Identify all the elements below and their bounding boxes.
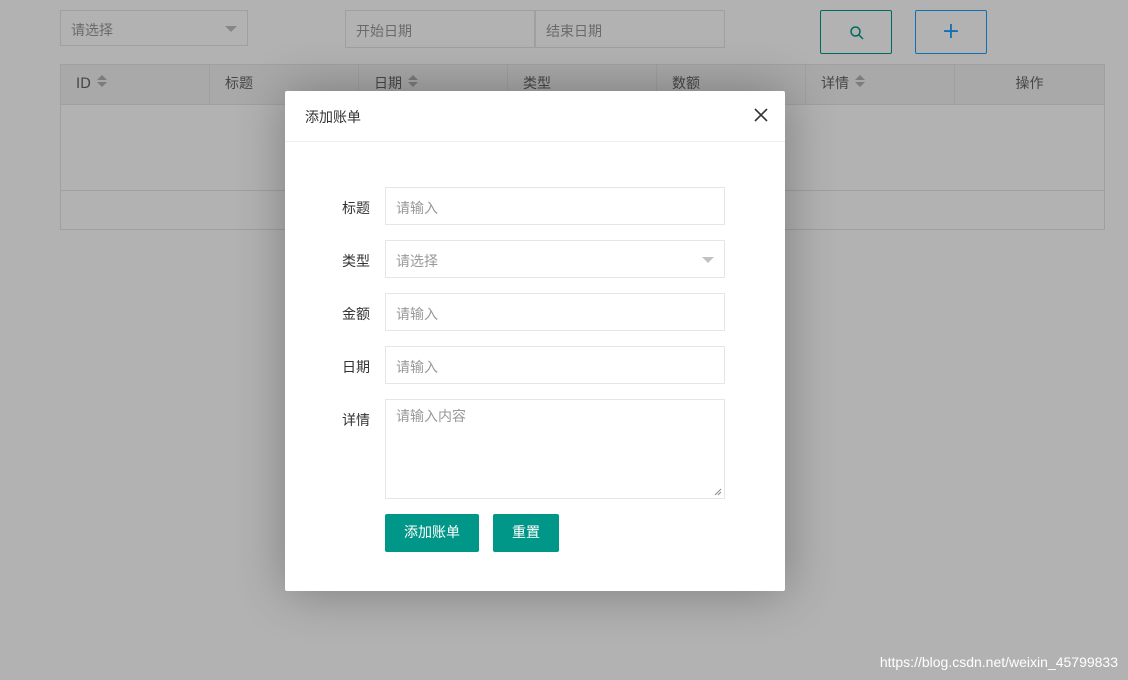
modal-header: 添加账单 <box>285 91 785 142</box>
title-placeholder: 请输入 <box>396 201 438 217</box>
detail-label: 详情 <box>342 413 370 429</box>
type-select[interactable]: 请选择 <box>385 240 725 278</box>
date-input[interactable]: 请输入 <box>385 346 725 384</box>
chevron-down-icon <box>702 257 714 263</box>
resize-grip-icon[interactable] <box>714 488 722 496</box>
detail-placeholder: 请输入内容 <box>396 409 466 425</box>
amount-label: 金额 <box>342 307 370 323</box>
title-input[interactable]: 请输入 <box>385 187 725 225</box>
add-bill-modal: 添加账单 标题 请输入 类型 请选择 金额 请输入 日期 请输入 详情 请输入内… <box>285 91 785 591</box>
reset-button[interactable]: 重置 <box>493 514 559 552</box>
type-label: 类型 <box>342 254 370 270</box>
detail-textarea[interactable]: 请输入内容 <box>385 399 725 499</box>
date-placeholder: 请输入 <box>396 360 438 376</box>
modal-title: 添加账单 <box>305 110 361 126</box>
type-placeholder: 请选择 <box>396 254 438 270</box>
amount-input[interactable]: 请输入 <box>385 293 725 331</box>
title-label: 标题 <box>342 201 370 217</box>
date-label: 日期 <box>342 360 370 376</box>
watermark-text: https://blog.csdn.net/weixin_45799833 <box>879 654 1118 670</box>
submit-add-bill-button[interactable]: 添加账单 <box>385 514 479 552</box>
close-icon[interactable] <box>753 107 769 123</box>
amount-placeholder: 请输入 <box>396 307 438 323</box>
